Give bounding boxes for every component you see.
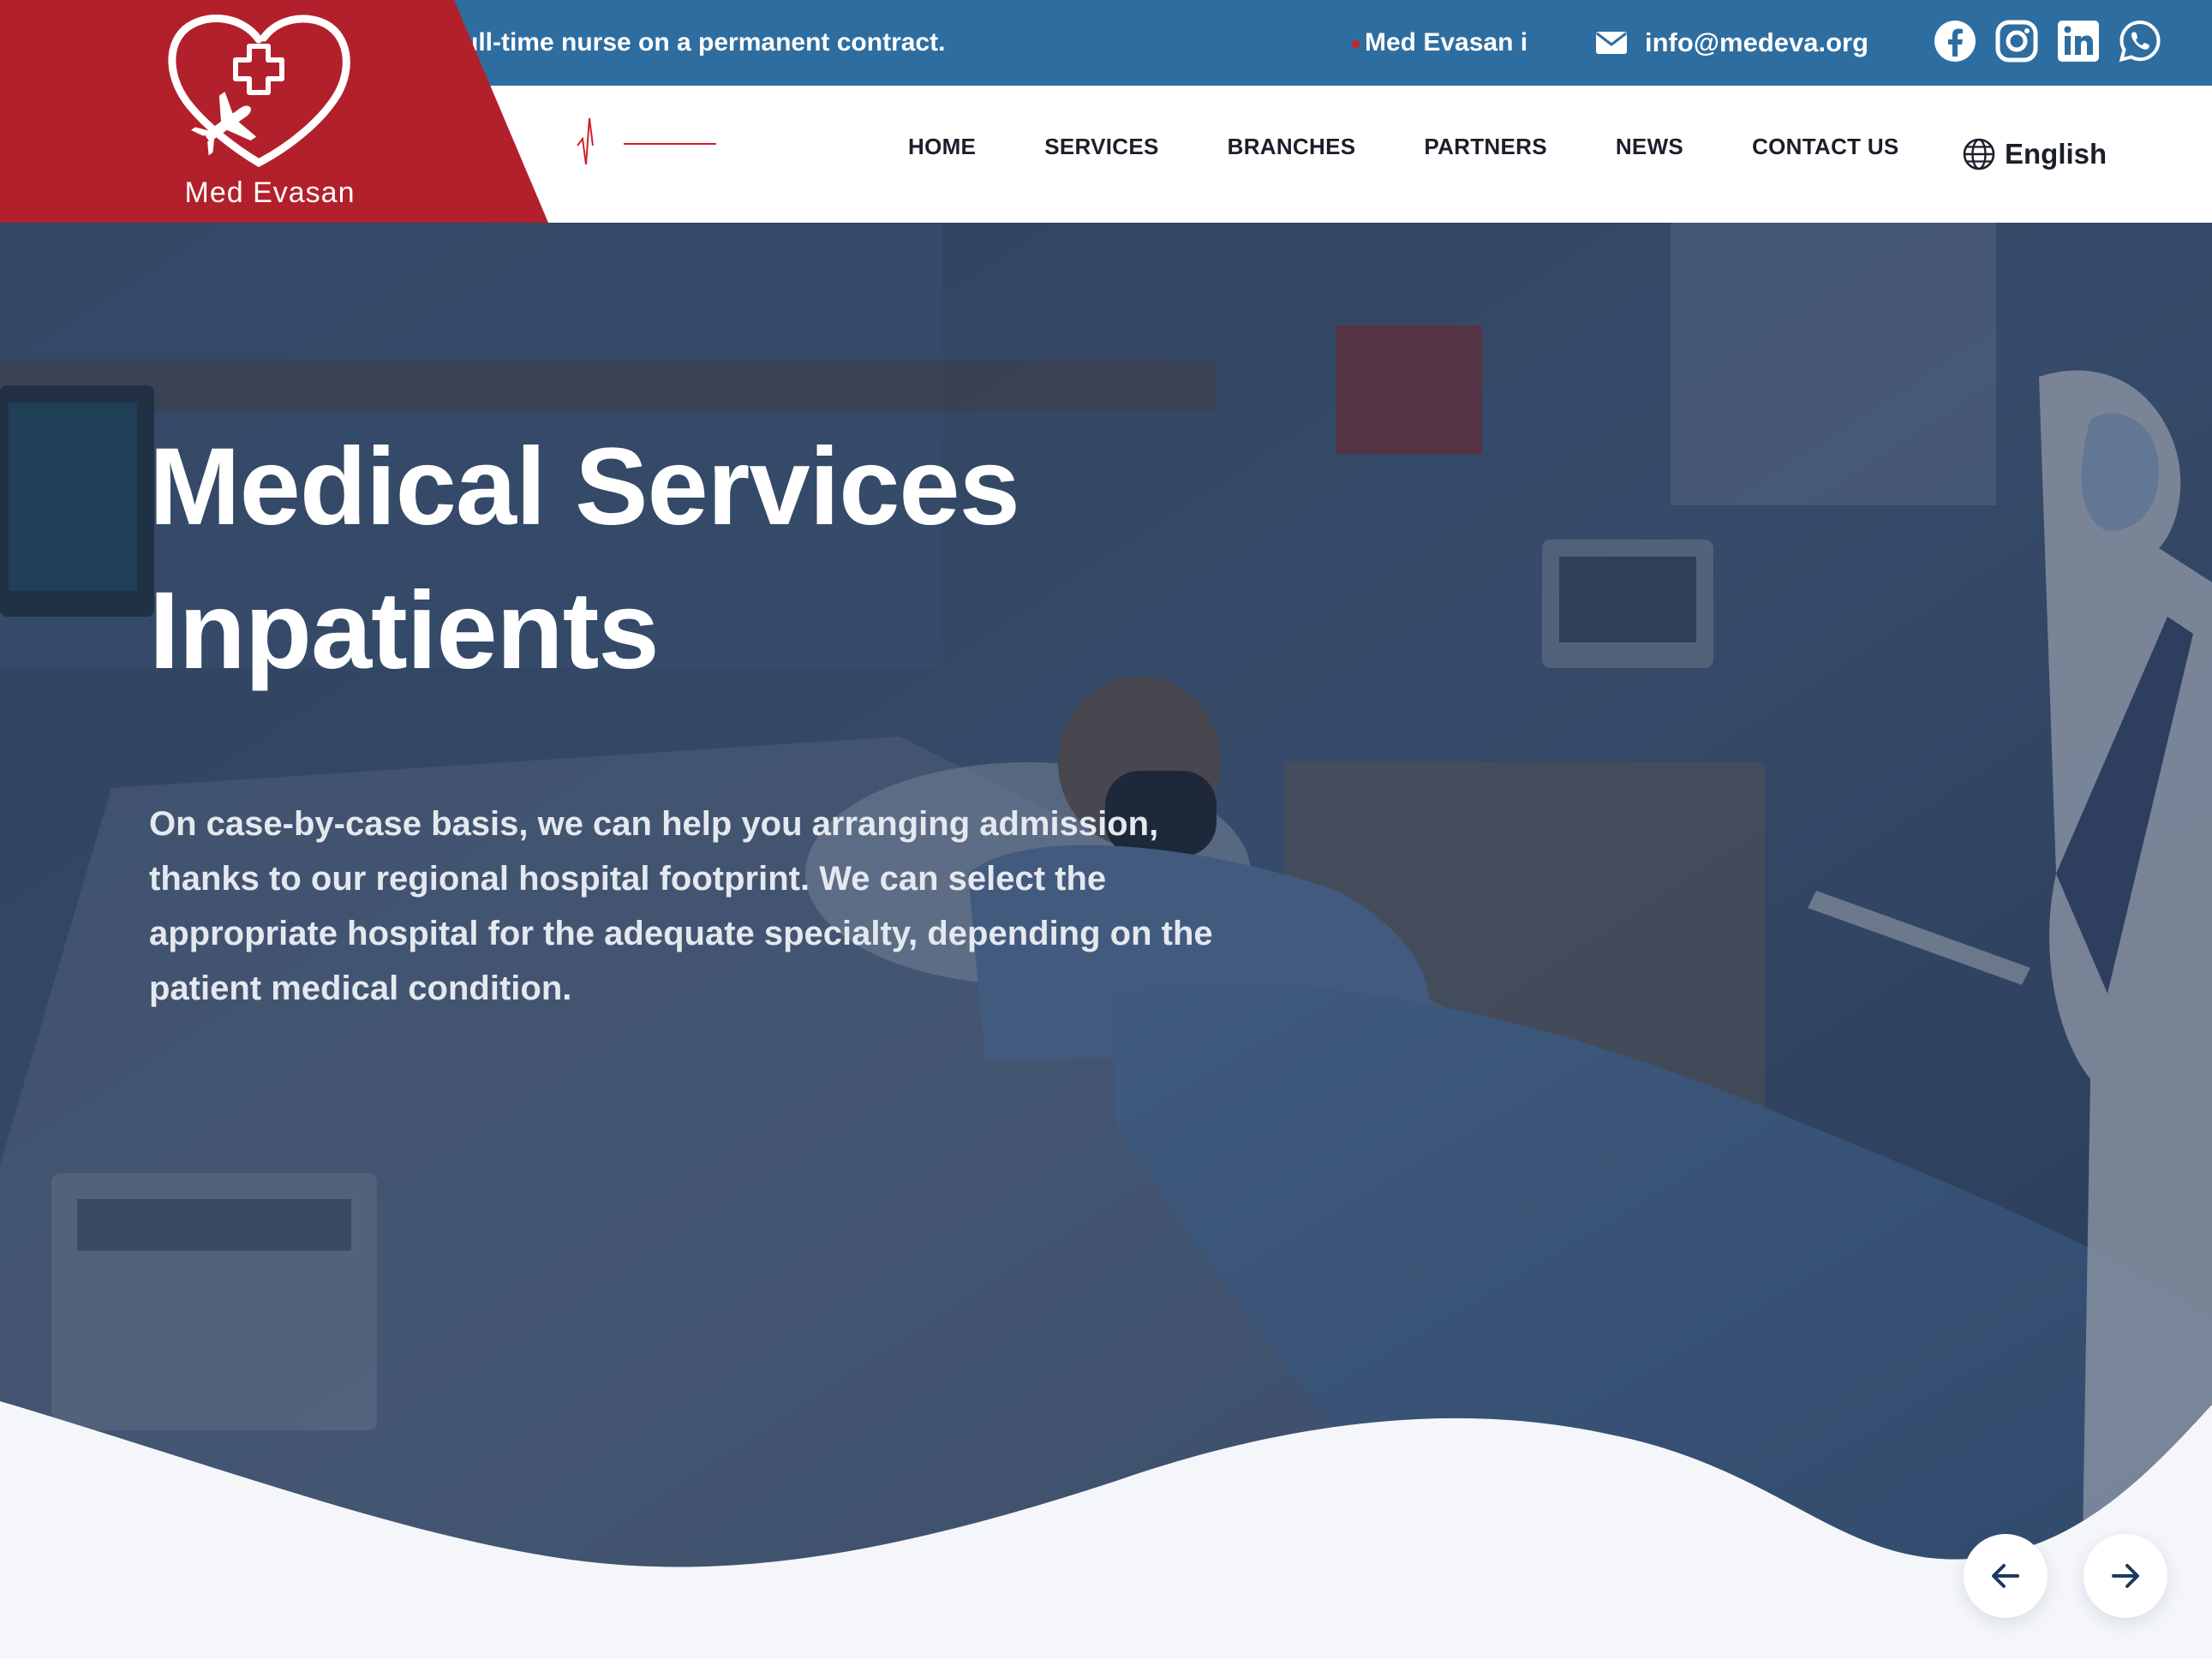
linkedin-icon[interactable] bbox=[2056, 19, 2101, 63]
whatsapp-icon[interactable] bbox=[2118, 19, 2162, 63]
slider-next-button[interactable] bbox=[2083, 1534, 2167, 1618]
social-links bbox=[1933, 19, 2162, 63]
arrow-right-icon bbox=[2112, 1564, 2139, 1588]
globe-icon bbox=[1963, 138, 1995, 170]
nav-contact-us[interactable]: CONTACT US bbox=[1752, 134, 1899, 176]
slider-prev-button[interactable] bbox=[1964, 1534, 2048, 1618]
ticker-text: ull-time nurse on a permanent contract. bbox=[463, 28, 946, 57]
arrow-left-icon bbox=[1992, 1564, 2019, 1588]
page: ull-time nurse on a permanent contract. … bbox=[0, 0, 2212, 1659]
heart-cross-plane-logo bbox=[168, 15, 350, 168]
nav-partners[interactable]: PARTNERS bbox=[1424, 134, 1546, 176]
nav-services[interactable]: SERVICES bbox=[1044, 134, 1158, 176]
heartbeat-line-icon bbox=[577, 117, 716, 165]
hero-slider: Medical Services Inpatients On case-by-c… bbox=[0, 223, 2212, 1659]
email-text: info@medeva.org bbox=[1645, 27, 1869, 57]
nav-home[interactable]: HOME bbox=[908, 134, 976, 176]
nav-branches[interactable]: BRANCHES bbox=[1228, 134, 1356, 176]
announcement-ticker: ull-time nurse on a permanent contract. bbox=[463, 0, 977, 86]
ticker-bullet bbox=[1352, 39, 1360, 48]
envelope-icon bbox=[1596, 32, 1627, 54]
ticker-text-secondary: Med Evasan i bbox=[1365, 28, 1528, 57]
facebook-icon[interactable] bbox=[1933, 19, 1977, 63]
language-label: English bbox=[2005, 138, 2107, 170]
language-selector[interactable]: English bbox=[1962, 86, 2107, 223]
email-link[interactable]: info@medeva.org bbox=[1595, 0, 1868, 86]
wave-divider bbox=[0, 1401, 2212, 1659]
nav-news[interactable]: NEWS bbox=[1616, 134, 1683, 176]
main-nav: HOME SERVICES BRANCHES PARTNERS NEWS CON… bbox=[908, 86, 1899, 223]
brand-logo[interactable]: Med Evasan bbox=[0, 0, 548, 223]
announcement-ticker-secondary: Med Evasan i bbox=[1352, 0, 1535, 86]
instagram-icon[interactable] bbox=[1994, 19, 2039, 63]
brand-name: Med Evasan bbox=[184, 176, 356, 209]
